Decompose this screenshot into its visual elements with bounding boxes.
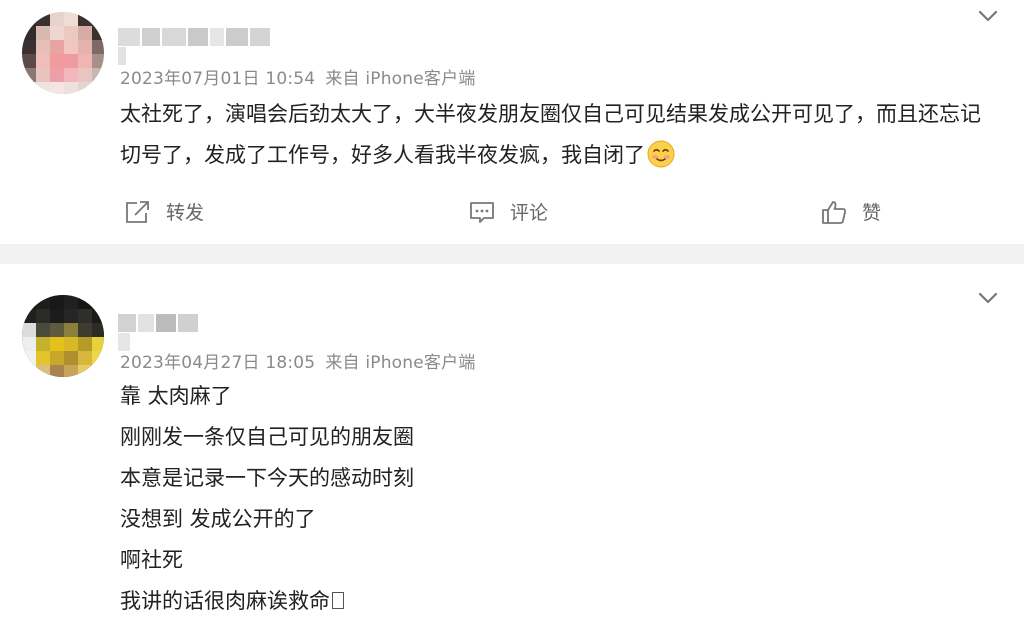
comment-line: 本意是记录一下今天的感动时刻	[120, 466, 414, 490]
comment-date: 2023年07月01日 10:54	[120, 69, 316, 89]
comment-line: 啊社死	[120, 548, 183, 572]
comment-meta: 2023年04月27日 18:05 来自 iPhone客户端	[120, 348, 476, 373]
forward-label: 转发	[166, 202, 205, 224]
comment-icon	[470, 201, 494, 223]
avatar[interactable]	[22, 295, 104, 377]
chevron-down-icon[interactable]	[978, 9, 998, 23]
share-icon	[126, 200, 149, 223]
comment-text: 靠 太肉麻了 刚刚发一条仅自己可见的朋友圈 本意是记录一下今天的感动时刻 没想到…	[120, 376, 414, 622]
comment-card-2: 2023年04月27日 18:05 来自 iPhone客户端 靠 太肉麻了 刚刚发…	[0, 264, 1024, 633]
comment-line-text: 我讲的话很肉麻诶救命	[120, 589, 330, 613]
comment-label: 评论	[510, 202, 549, 224]
missing-glyph-icon	[332, 592, 344, 609]
comment-card-1: 2023年07月01日 10:54 来自 iPhone客户端 太社死了，演唱会后劲…	[0, 0, 1024, 244]
avatar[interactable]	[22, 12, 104, 94]
comment-line: 没想到 发成公开的了	[120, 507, 316, 531]
username-blurred[interactable]	[118, 314, 213, 351]
comment-button[interactable]: 评论	[468, 198, 548, 225]
like-button[interactable]: 赞	[820, 198, 881, 225]
username-blurred[interactable]	[118, 28, 278, 65]
comment-line-last: 我讲的话很肉麻诶救命	[120, 581, 414, 622]
comment-body: 太社死了，演唱会后劲太大了，大半夜发朋友圈仅自己可见结果发成公开可见了，而且还忘…	[120, 102, 981, 167]
comment-text: 太社死了，演唱会后劲太大了，大半夜发朋友圈仅自己可见结果发成公开可见了，而且还忘…	[120, 94, 990, 176]
like-label: 赞	[862, 202, 882, 224]
comment-date: 2023年04月27日 18:05	[120, 353, 316, 373]
comment-line: 靠 太肉麻了	[120, 384, 232, 408]
comment-line: 刚刚发一条仅自己可见的朋友圈	[120, 425, 414, 449]
blushing-face-emoji	[647, 140, 675, 168]
comment-source: 来自 iPhone客户端	[325, 353, 476, 373]
comment-meta: 2023年07月01日 10:54 来自 iPhone客户端	[120, 64, 476, 89]
thumbs-up-icon	[822, 200, 846, 224]
chevron-down-icon[interactable]	[978, 291, 998, 305]
forward-button[interactable]: 转发	[124, 198, 204, 225]
comment-source: 来自 iPhone客户端	[325, 69, 476, 89]
card-divider	[0, 244, 1024, 264]
